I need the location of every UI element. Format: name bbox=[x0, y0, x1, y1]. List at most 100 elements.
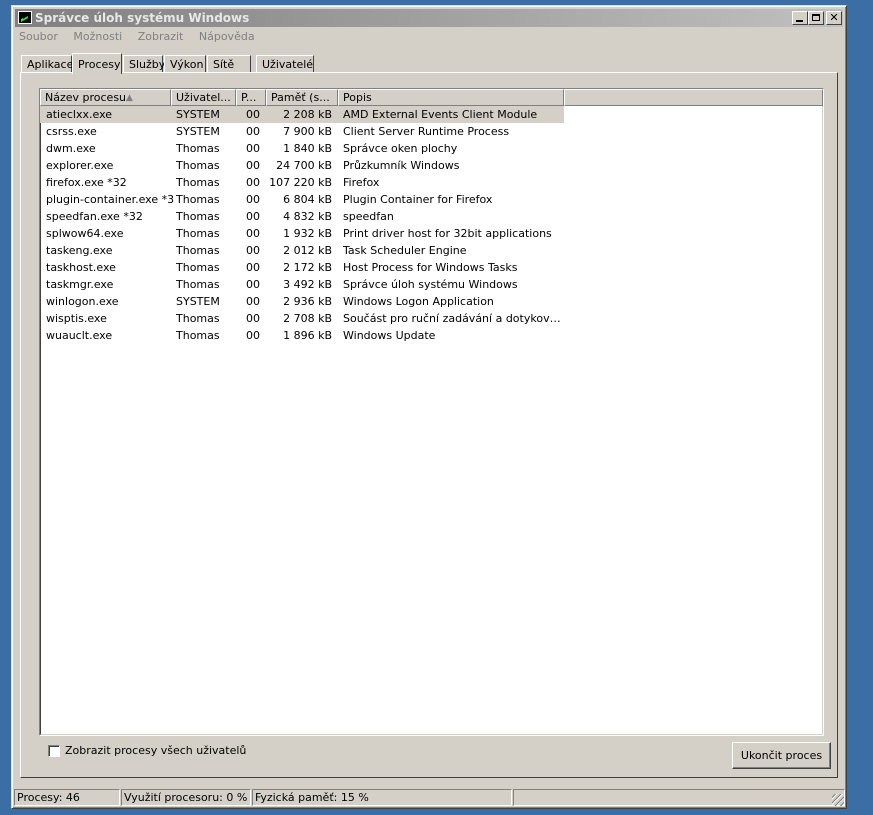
table-row[interactable]: atieclxx.exe SYSTEM 00 2 208 kB AMD External… bbox=[40, 106, 823, 123]
process-memory: 3 492 kB bbox=[283, 278, 332, 291]
close-icon: ✕ bbox=[829, 11, 839, 24]
maximize-icon bbox=[812, 14, 820, 21]
window-title: Správce úloh systému Windows bbox=[35, 11, 250, 25]
process-description: Task Scheduler Engine bbox=[343, 244, 467, 257]
process-name: explorer.exe bbox=[46, 159, 114, 172]
column-header-name[interactable]: Název procesu ▲ bbox=[40, 89, 171, 106]
process-memory: 4 832 kB bbox=[283, 210, 332, 223]
status-empty-panel bbox=[513, 789, 845, 806]
tab-aplikace[interactable]: Aplikace bbox=[21, 55, 73, 72]
process-cpu: 00 bbox=[246, 125, 260, 138]
process-user: Thomas bbox=[176, 176, 220, 189]
process-description: speedfan bbox=[343, 210, 394, 223]
column-header-name-label: Název procesu bbox=[45, 91, 127, 104]
tab-vykon[interactable]: Výkon bbox=[164, 55, 206, 72]
process-memory: 7 900 kB bbox=[283, 125, 332, 138]
table-row[interactable]: dwm.exe Thomas 00 1 840 kB Správce oken ploc… bbox=[40, 140, 823, 157]
process-memory: 24 700 kB bbox=[276, 159, 332, 172]
menu-zobrazit[interactable]: Zobrazit bbox=[137, 28, 185, 45]
resize-grip-icon[interactable] bbox=[832, 794, 844, 806]
process-cpu: 00 bbox=[246, 295, 260, 308]
table-row[interactable]: taskeng.exe Thomas 00 2 012 kB Task Schedule… bbox=[40, 242, 823, 259]
process-memory: 2 708 kB bbox=[283, 312, 332, 325]
table-row[interactable]: taskhost.exe Thomas 00 2 172 kB Host Process… bbox=[40, 259, 823, 276]
process-cpu: 00 bbox=[246, 210, 260, 223]
process-memory: 2 012 kB bbox=[283, 244, 332, 257]
process-name: firefox.exe *32 bbox=[46, 176, 127, 189]
table-row[interactable]: explorer.exe Thomas 00 24 700 kB Průzkumník … bbox=[40, 157, 823, 174]
process-description: Host Process for Windows Tasks bbox=[343, 261, 518, 274]
maximize-button[interactable] bbox=[808, 11, 824, 25]
process-name: speedfan.exe *32 bbox=[46, 210, 143, 223]
process-description: Součást pro ruční zadávání a dotykové ov… bbox=[343, 312, 561, 325]
column-header-user[interactable]: Uživatel... bbox=[171, 89, 236, 106]
table-row[interactable]: firefox.exe *32 Thomas 00 107 220 kB Firefox bbox=[40, 174, 823, 191]
process-user: Thomas bbox=[176, 193, 220, 206]
process-user: Thomas bbox=[176, 159, 220, 172]
process-user: Thomas bbox=[176, 329, 220, 342]
title-bar[interactable]: Správce úloh systému Windows ✕ bbox=[15, 9, 843, 27]
process-name: csrss.exe bbox=[46, 125, 97, 138]
process-list[interactable]: Název procesu ▲ Uživatel... P... Paměť (… bbox=[39, 88, 824, 736]
table-row[interactable]: wisptis.exe Thomas 00 2 708 kB Součást pro r… bbox=[40, 310, 823, 327]
minimize-button[interactable] bbox=[792, 11, 808, 25]
process-description: Správce oken plochy bbox=[343, 142, 458, 155]
tab-uzivatele[interactable]: Uživatelé bbox=[256, 55, 314, 72]
table-row[interactable]: wuauclt.exe Thomas 00 1 896 kB Windows Updat… bbox=[40, 327, 823, 344]
process-cpu: 00 bbox=[246, 142, 260, 155]
status-memory-usage: Fyzická paměť: 15 % bbox=[252, 789, 512, 806]
process-user: SYSTEM bbox=[176, 125, 220, 138]
process-description: Správce úloh systému Windows bbox=[343, 278, 518, 291]
process-user: SYSTEM bbox=[176, 108, 220, 121]
process-description: Průzkumník Windows bbox=[343, 159, 460, 172]
process-memory: 1 840 kB bbox=[283, 142, 332, 155]
process-cpu: 00 bbox=[246, 278, 260, 291]
process-name: splwow64.exe bbox=[46, 227, 124, 240]
process-user: Thomas bbox=[176, 244, 220, 257]
menu-moznosti[interactable]: Možnosti bbox=[72, 28, 123, 45]
tab-site[interactable]: Sítě bbox=[207, 55, 251, 72]
process-memory: 6 804 kB bbox=[283, 193, 332, 206]
show-all-users-checkbox[interactable] bbox=[48, 745, 60, 757]
status-process-count: Procesy: 46 bbox=[14, 789, 120, 806]
menu-bar: Soubor Možnosti Zobrazit Nápověda bbox=[18, 28, 266, 46]
table-row[interactable]: taskmgr.exe Thomas 00 3 492 kB Správce úloh … bbox=[40, 276, 823, 293]
end-process-button[interactable]: Ukončit proces bbox=[732, 742, 831, 769]
show-all-users-label[interactable]: Zobrazit procesy všech uživatelů bbox=[65, 744, 246, 757]
menu-napoveda[interactable]: Nápověda bbox=[198, 28, 256, 45]
process-user: Thomas bbox=[176, 312, 220, 325]
sort-ascending-icon: ▲ bbox=[126, 93, 133, 103]
menu-soubor[interactable]: Soubor bbox=[18, 28, 59, 45]
process-name: atieclxx.exe bbox=[46, 108, 113, 121]
process-cpu: 00 bbox=[246, 176, 260, 189]
column-header-cpu[interactable]: P... bbox=[236, 89, 266, 106]
process-user: Thomas bbox=[176, 261, 220, 274]
process-memory: 2 172 kB bbox=[283, 261, 332, 274]
table-row[interactable]: splwow64.exe Thomas 00 1 932 kB Print driver… bbox=[40, 225, 823, 242]
process-memory: 107 220 kB bbox=[269, 176, 332, 189]
process-description: Client Server Runtime Process bbox=[343, 125, 510, 138]
column-header-memory[interactable]: Paměť (s... bbox=[266, 89, 338, 106]
list-header: Název procesu ▲ Uživatel... P... Paměť (… bbox=[40, 89, 823, 106]
process-name: wuauclt.exe bbox=[46, 329, 113, 342]
process-cpu: 00 bbox=[246, 261, 260, 274]
process-cpu: 00 bbox=[246, 108, 260, 121]
table-row[interactable]: speedfan.exe *32 Thomas 00 4 832 kB speedfan bbox=[40, 208, 823, 225]
minimize-icon bbox=[796, 20, 803, 22]
status-bar: Procesy: 46 Využití procesoru: 0 % Fyzic… bbox=[14, 789, 845, 807]
table-row[interactable]: winlogon.exe SYSTEM 00 2 936 kB Windows Logo… bbox=[40, 293, 823, 310]
process-name: winlogon.exe bbox=[46, 295, 119, 308]
tab-procesy[interactable]: Procesy bbox=[72, 53, 122, 74]
process-user: Thomas bbox=[176, 210, 220, 223]
tab-sluzby[interactable]: Služby bbox=[123, 55, 165, 72]
process-user: Thomas bbox=[176, 227, 220, 240]
process-user: Thomas bbox=[176, 142, 220, 155]
process-name: taskhost.exe bbox=[46, 261, 116, 274]
close-button[interactable]: ✕ bbox=[826, 11, 842, 25]
column-header-description[interactable]: Popis bbox=[338, 89, 564, 106]
process-memory: 1 932 kB bbox=[283, 227, 332, 240]
process-cpu: 00 bbox=[246, 193, 260, 206]
table-row[interactable]: plugin-container.exe *32 Thomas 00 6 804 kB… bbox=[40, 191, 823, 208]
table-row[interactable]: csrss.exe SYSTEM 00 7 900 kB Client Server R… bbox=[40, 123, 823, 140]
process-name: taskeng.exe bbox=[46, 244, 113, 257]
